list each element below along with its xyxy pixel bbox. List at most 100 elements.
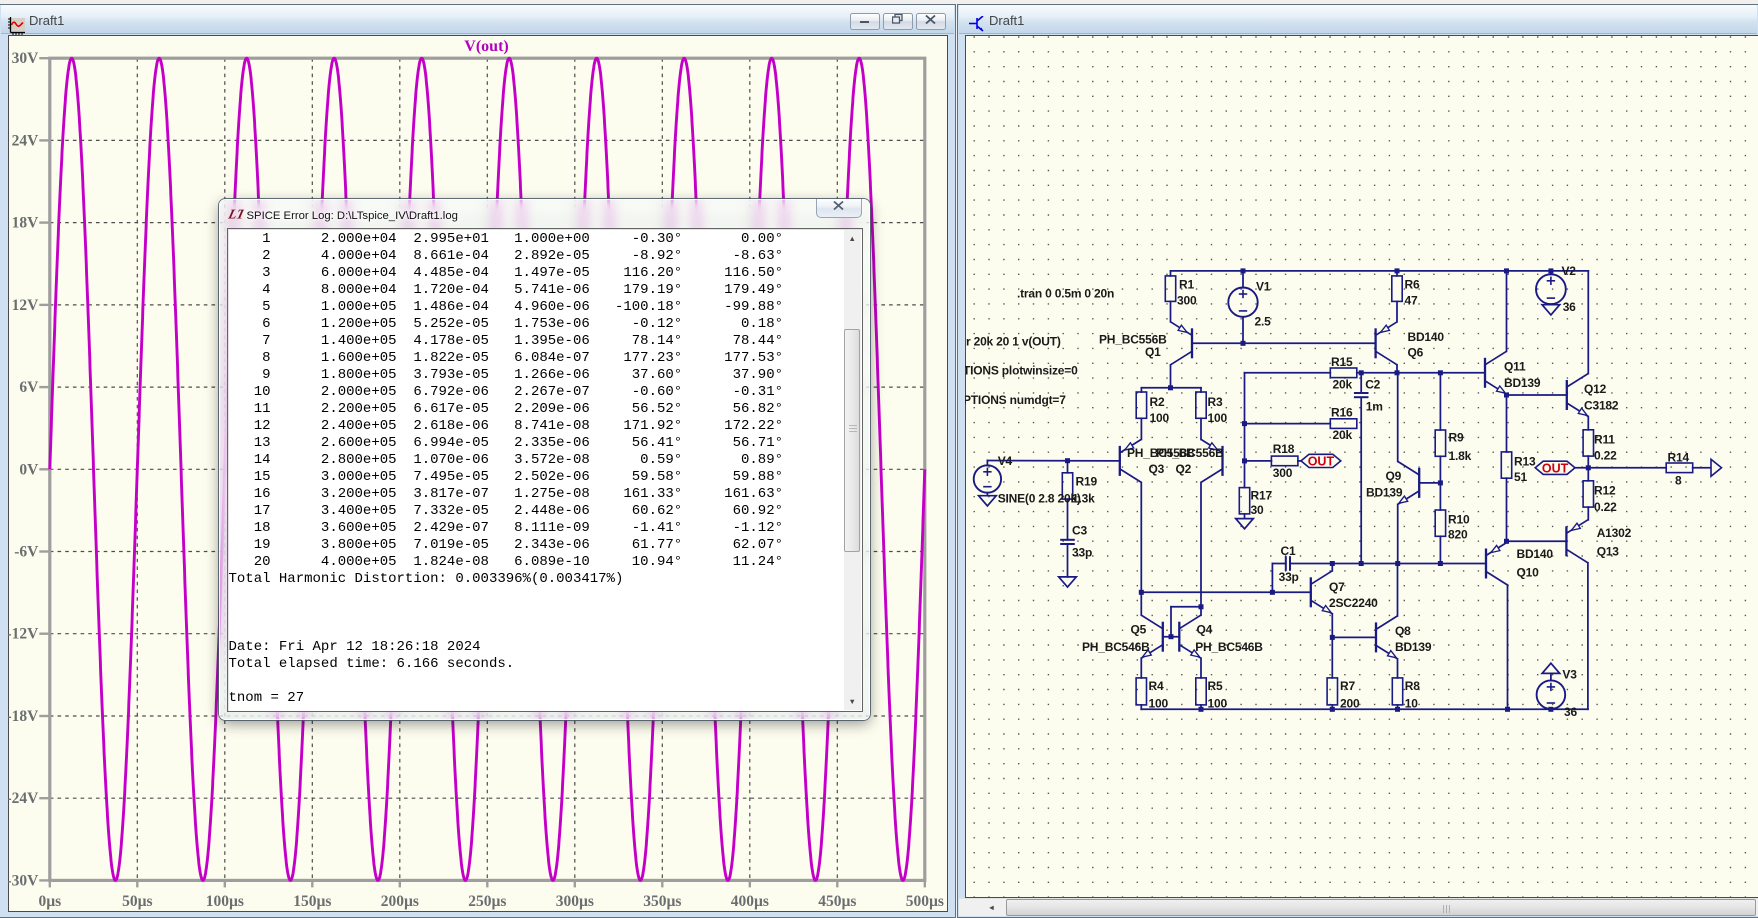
svg-text:PTIONS numdgt=7: PTIONS numdgt=7 (965, 393, 1066, 407)
svg-text:1.3k: 1.3k (1072, 491, 1095, 505)
svg-text:100: 100 (1149, 696, 1169, 710)
svg-text:400µs: 400µs (731, 893, 769, 910)
svg-text:R2: R2 (1150, 395, 1165, 409)
svg-text:0V: 0V (19, 461, 39, 478)
svg-text:450µs: 450µs (818, 893, 856, 910)
svg-text:R13: R13 (1514, 454, 1536, 468)
svg-text:20k: 20k (1333, 428, 1353, 442)
svg-text:8: 8 (1675, 473, 1682, 487)
svg-text:C2: C2 (1365, 377, 1380, 391)
svg-text:R11: R11 (1594, 432, 1615, 446)
svg-text:R18: R18 (1273, 442, 1295, 456)
svg-text:Q2: Q2 (1176, 462, 1192, 476)
svg-text:BD139: BD139 (1366, 485, 1403, 499)
svg-text:R14: R14 (1668, 450, 1690, 464)
svg-text:300µs: 300µs (556, 893, 594, 910)
svg-text:Q7: Q7 (1329, 580, 1345, 594)
svg-text:OUT: OUT (1308, 454, 1335, 468)
svg-text:20k: 20k (1333, 377, 1353, 391)
svg-text:30: 30 (1251, 503, 1264, 517)
svg-text:33p: 33p (1279, 570, 1299, 584)
svg-text:R12: R12 (1594, 483, 1616, 497)
svg-text:200: 200 (1340, 696, 1360, 710)
svg-text:1m: 1m (1366, 399, 1383, 413)
svg-text:Q10: Q10 (1517, 565, 1540, 579)
svg-text:-18V: -18V (8, 708, 39, 725)
svg-text:350µs: 350µs (643, 893, 681, 910)
svg-text:V(out): V(out) (464, 38, 508, 55)
svg-text:24V: 24V (12, 132, 40, 149)
svg-text:-6V: -6V (14, 544, 39, 561)
svg-text:PH_BC546B: PH_BC546B (1195, 640, 1263, 654)
svg-text:R9: R9 (1449, 430, 1464, 444)
svg-text:LT: LT (228, 208, 244, 220)
svg-text:30V: 30V (12, 50, 40, 67)
svg-text:100: 100 (1208, 411, 1228, 425)
svg-text:200µs: 200µs (381, 893, 419, 910)
svg-text:R6: R6 (1405, 277, 1420, 291)
svg-text:0µs: 0µs (38, 893, 61, 910)
svg-text:-12V: -12V (8, 626, 39, 643)
svg-text:Q1: Q1 (1145, 345, 1161, 359)
svg-text:V4: V4 (998, 454, 1013, 468)
svg-text:R17: R17 (1251, 488, 1273, 502)
svg-text:Q6: Q6 (1408, 345, 1424, 359)
svg-text:0.22: 0.22 (1594, 500, 1617, 514)
svg-text:51: 51 (1514, 470, 1527, 484)
svg-text:0.22: 0.22 (1594, 448, 1617, 462)
svg-text:C3: C3 (1072, 523, 1087, 537)
svg-text:A1302: A1302 (1597, 525, 1632, 539)
svg-text:R5: R5 (1208, 679, 1223, 693)
svg-text:100: 100 (1150, 411, 1170, 425)
svg-text:Q9: Q9 (1386, 469, 1402, 483)
svg-text:Q5: Q5 (1131, 622, 1147, 636)
svg-text:R10: R10 (1448, 512, 1470, 526)
svg-text:PH_BC556B: PH_BC556B (1156, 446, 1224, 460)
svg-text:Q3: Q3 (1149, 462, 1165, 476)
svg-text:18V: 18V (12, 215, 40, 232)
svg-text:C3182: C3182 (1584, 398, 1619, 412)
svg-text:Q11: Q11 (1504, 359, 1526, 373)
svg-text:R3: R3 (1208, 395, 1223, 409)
svg-text:36: 36 (1564, 705, 1577, 719)
svg-text:-24V: -24V (8, 790, 39, 807)
svg-text:V3: V3 (1562, 667, 1577, 681)
svg-text:V1: V1 (1256, 279, 1271, 293)
svg-text:R7: R7 (1340, 679, 1355, 693)
svg-text:BD140: BD140 (1517, 547, 1554, 561)
svg-text:300: 300 (1273, 466, 1293, 480)
svg-text:150µs: 150µs (293, 893, 331, 910)
svg-text:PH_BC546B: PH_BC546B (1082, 640, 1150, 654)
svg-text:1.8k: 1.8k (1449, 449, 1472, 463)
svg-text:r 20k 20 1 v(OUT): r 20k 20 1 v(OUT) (966, 334, 1061, 348)
svg-text:R16: R16 (1331, 405, 1353, 419)
svg-text:Q12: Q12 (1584, 382, 1607, 396)
svg-text:2.5: 2.5 (1255, 314, 1272, 328)
svg-text:BD139: BD139 (1504, 376, 1541, 390)
svg-text:R4: R4 (1149, 679, 1164, 693)
svg-text:250µs: 250µs (468, 893, 506, 910)
svg-text:100µs: 100µs (206, 893, 244, 910)
svg-text:R8: R8 (1405, 679, 1420, 693)
svg-text:R15: R15 (1331, 355, 1353, 369)
svg-text:.tran 0 0.5m 0 20n: .tran 0 0.5m 0 20n (1017, 286, 1114, 300)
svg-text:BD139: BD139 (1395, 640, 1432, 654)
svg-text:C1: C1 (1281, 544, 1296, 558)
svg-text:12V: 12V (12, 297, 40, 314)
svg-text:OUT: OUT (1542, 461, 1569, 475)
svg-text:6V: 6V (19, 379, 39, 396)
svg-text:Q4: Q4 (1197, 622, 1213, 636)
svg-text:TIONS plotwinsize=0: TIONS plotwinsize=0 (965, 363, 1078, 377)
svg-text:Q13: Q13 (1597, 544, 1620, 558)
svg-text:47: 47 (1405, 293, 1418, 307)
svg-text:36: 36 (1563, 300, 1576, 314)
svg-text:10: 10 (1405, 696, 1418, 710)
svg-text:SINE(0 2.8 20k): SINE(0 2.8 20k) (998, 491, 1081, 505)
svg-text:BD140: BD140 (1408, 330, 1445, 344)
svg-text:50µs: 50µs (122, 893, 152, 910)
svg-text:Q8: Q8 (1395, 624, 1411, 638)
svg-text:500µs: 500µs (906, 893, 944, 910)
svg-text:V2: V2 (1562, 264, 1577, 278)
svg-text:33p: 33p (1072, 545, 1092, 559)
svg-text:R1: R1 (1179, 277, 1194, 291)
